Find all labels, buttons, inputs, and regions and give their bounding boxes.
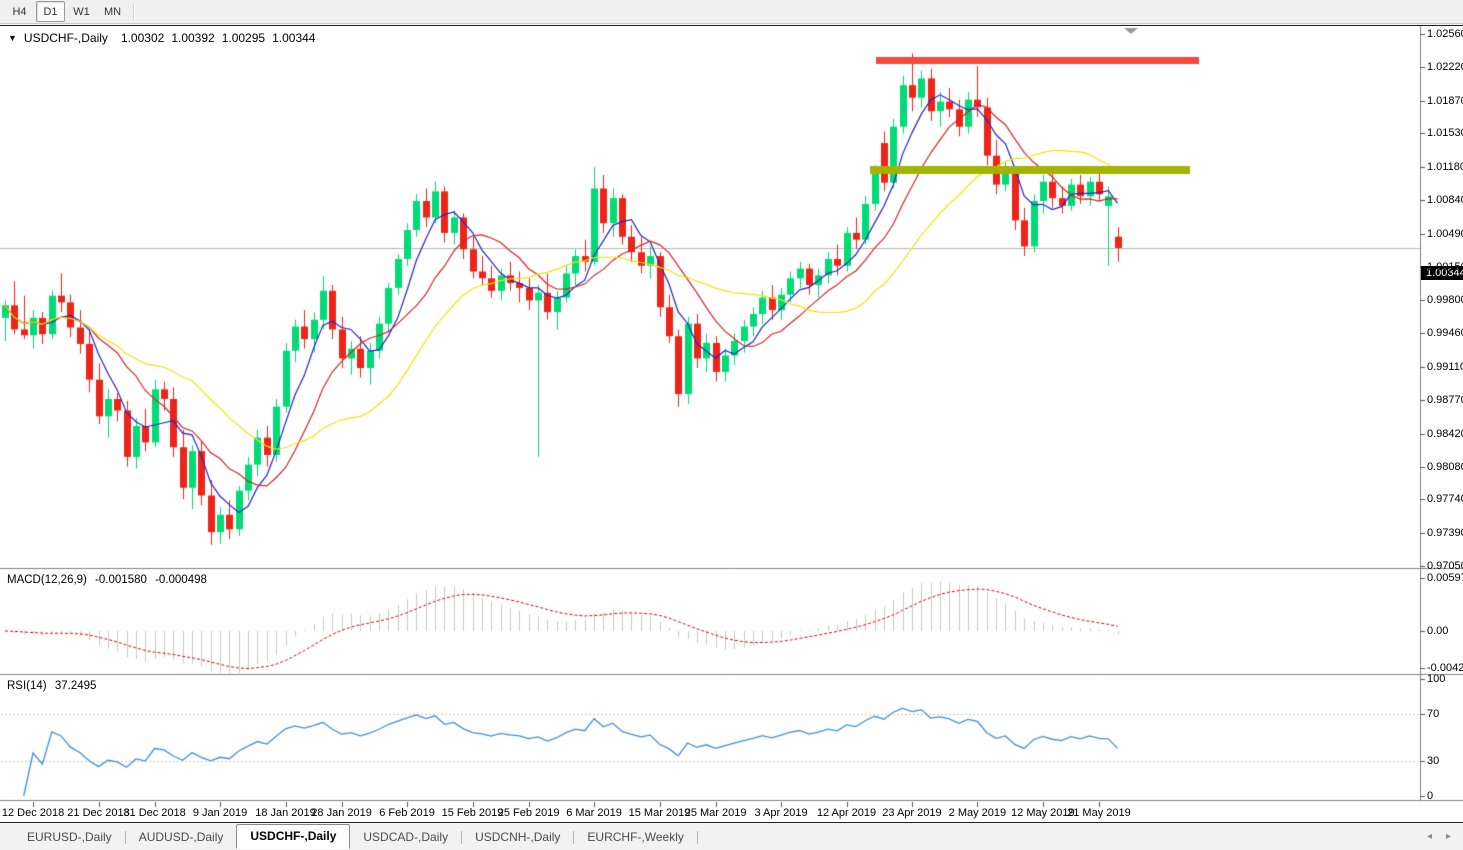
ohlc-open: 1.00302 xyxy=(121,31,164,45)
tab-scroll-left-icon[interactable]: ◂ xyxy=(1427,831,1432,842)
tab-separator xyxy=(697,831,698,844)
macd-axis-tick-label: 0.00 xyxy=(1427,625,1448,637)
toolbar-separator xyxy=(133,4,135,20)
date-axis-label: 18 Jan 2019 xyxy=(255,807,316,819)
chart-tab-bar: EURUSD-,Daily AUDUSD-,Daily USDCHF-,Dail… xyxy=(0,824,1463,850)
ohlc-high: 1.00392 xyxy=(171,31,214,45)
price-axis-tick-label: 1.01870 xyxy=(1427,95,1463,107)
tab-audusd-daily[interactable]: AUDUSD-,Daily xyxy=(126,827,237,848)
date-axis-label: 6 Feb 2019 xyxy=(379,807,435,819)
date-axis-label: 6 Mar 2019 xyxy=(566,807,622,819)
date-axis-label: 12 May 2019 xyxy=(1011,807,1075,819)
rsi-indicator-label: RSI(14) 37.2495 xyxy=(7,680,96,692)
chart-symbol-label: USDCHF-,Daily xyxy=(24,31,108,45)
rsi-axis-tick-label: 0 xyxy=(1427,790,1433,802)
tab-usdchf-daily[interactable]: USDCHF-,Daily xyxy=(236,824,350,849)
macd-indicator-label: MACD(12,26,9) -0.001580 -0.000498 xyxy=(7,574,207,586)
date-axis-label: 12 Apr 2019 xyxy=(817,807,876,819)
tab-eurchf-weekly[interactable]: EURCHF-,Weekly xyxy=(574,827,696,848)
price-axis-tick-label: 1.01180 xyxy=(1427,161,1463,173)
price-axis-tick-label: 0.97390 xyxy=(1427,527,1463,539)
rsi-name: RSI(14) xyxy=(7,680,47,692)
tab-eurusd-daily[interactable]: EURUSD-,Daily xyxy=(14,827,125,848)
collapse-triangle-icon[interactable]: ▼ xyxy=(8,33,17,43)
date-axis-label: 3 Apr 2019 xyxy=(754,807,807,819)
ohlc-low: 1.00295 xyxy=(222,31,265,45)
date-axis-label: 21 Dec 2018 xyxy=(67,807,129,819)
timeframe-button-h4[interactable]: H4 xyxy=(5,1,34,22)
date-axis-label: 25 Mar 2019 xyxy=(685,807,747,819)
date-axis-label: 25 Feb 2019 xyxy=(498,807,560,819)
date-axis-label: 21 May 2019 xyxy=(1067,807,1131,819)
macd-main-value: -0.001580 xyxy=(95,574,147,586)
price-axis-tick-label: 1.00150 xyxy=(1427,261,1463,273)
rsi-value: 37.2495 xyxy=(55,680,97,692)
price-axis-tick-label: 0.97740 xyxy=(1427,493,1463,505)
date-axis-label: 15 Mar 2019 xyxy=(629,807,691,819)
chart-title: ▼ USDCHF-,Daily 1.00302 1.00392 1.00295 … xyxy=(8,31,315,45)
timeframe-button-mn[interactable]: MN xyxy=(98,1,127,22)
price-axis-tick-label: 0.99110 xyxy=(1427,361,1463,373)
timeframe-button-w1[interactable]: W1 xyxy=(67,1,96,22)
tab-scroll-right-icon[interactable]: ▸ xyxy=(1446,831,1451,842)
timeframe-button-d1[interactable]: D1 xyxy=(36,1,65,22)
price-axis-tick-label: 1.02220 xyxy=(1427,61,1463,73)
date-axis-label: 9 Jan 2019 xyxy=(193,807,247,819)
price-axis-tick-label: 0.98770 xyxy=(1427,394,1463,406)
price-axis-tick-label: 0.99460 xyxy=(1427,327,1463,339)
date-axis-label: 23 Apr 2019 xyxy=(882,807,941,819)
price-axis-tick-label: 1.00490 xyxy=(1427,228,1463,240)
price-axis-tick-label: 1.01530 xyxy=(1427,127,1463,139)
price-axis-tick-label: 0.99800 xyxy=(1427,294,1463,306)
macd-name: MACD(12,26,9) xyxy=(7,574,87,586)
tab-usdcnh-daily[interactable]: USDCNH-,Daily xyxy=(462,827,573,848)
chart-canvas[interactable] xyxy=(0,26,1463,824)
date-axis-label: 12 Dec 2018 xyxy=(2,807,64,819)
price-axis-tick-label: 1.02560 xyxy=(1427,28,1463,40)
price-axis-tick-label: 1.00840 xyxy=(1427,194,1463,206)
price-axis-tick-label: 0.97050 xyxy=(1427,560,1463,572)
chart-window: ▼ USDCHF-,Daily 1.00302 1.00392 1.00295 … xyxy=(0,25,1463,823)
date-axis-label: 28 Jan 2019 xyxy=(311,807,372,819)
date-axis-label: 15 Feb 2019 xyxy=(442,807,504,819)
tab-scroll-controls: ◂ ▸ xyxy=(1427,831,1451,842)
date-axis-label: 31 Dec 2018 xyxy=(123,807,185,819)
macd-axis-tick-label: 0.00597 xyxy=(1427,572,1463,584)
rsi-axis-tick-label: 30 xyxy=(1427,755,1439,767)
rsi-axis-tick-label: 70 xyxy=(1427,708,1439,720)
rsi-axis-tick-label: 100 xyxy=(1427,673,1445,685)
tab-usdcad-daily[interactable]: USDCAD-,Daily xyxy=(350,827,461,848)
timeframe-toolbar: H4 D1 W1 MN xyxy=(0,0,1463,24)
macd-signal-value: -0.000498 xyxy=(155,574,207,586)
mt4-window: H4 D1 W1 MN ▼ USDCHF-,Daily 1.00302 1.00… xyxy=(0,0,1463,850)
price-axis-tick-label: 0.98420 xyxy=(1427,428,1463,440)
ohlc-close: 1.00344 xyxy=(272,31,315,45)
date-axis-label: 2 May 2019 xyxy=(949,807,1006,819)
price-axis-tick-label: 0.98080 xyxy=(1427,461,1463,473)
